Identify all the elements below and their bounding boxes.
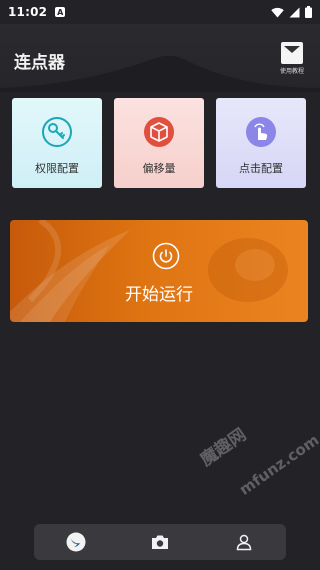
status-time: 11:02 (8, 5, 48, 19)
power-icon (152, 242, 180, 270)
app-bar: 连点器 使用教程 (0, 24, 320, 92)
card-label: 点击配置 (239, 162, 283, 175)
notification-icon: A (55, 7, 66, 17)
bird-icon (66, 532, 86, 552)
key-icon (42, 117, 72, 147)
user-icon (236, 534, 252, 551)
card-label: 权限配置 (35, 162, 79, 175)
status-bar: 11:02 A (0, 0, 320, 24)
card-permission[interactable]: 权限配置 (12, 98, 102, 188)
tap-icon (246, 117, 276, 147)
start-button-decoration (10, 220, 288, 322)
watermark-cn: 魔趣网 (196, 424, 251, 471)
bottom-nav (34, 524, 286, 560)
signal-icon (289, 7, 300, 17)
card-click-config[interactable]: 点击配置 (216, 98, 306, 188)
nav-user-button[interactable] (233, 531, 255, 553)
card-label: 偏移量 (142, 162, 176, 175)
battery-icon (305, 6, 312, 18)
page-title: 连点器 (14, 53, 65, 73)
status-icons (271, 6, 312, 18)
camera-icon (152, 535, 168, 549)
tutorial-button[interactable]: 使用教程 (277, 42, 307, 76)
cube-icon (144, 117, 174, 147)
mail-icon (281, 42, 303, 64)
start-button[interactable]: 开始运行 (10, 220, 308, 322)
nav-camera-button[interactable] (149, 531, 171, 553)
start-button-label: 开始运行 (125, 285, 193, 305)
feature-cards: 权限配置 偏移量 点击配置 (12, 98, 308, 188)
nav-bird-button[interactable] (65, 531, 87, 553)
wifi-icon (271, 7, 284, 17)
card-offset[interactable]: 偏移量 (114, 98, 204, 188)
tutorial-label: 使用教程 (279, 68, 304, 75)
